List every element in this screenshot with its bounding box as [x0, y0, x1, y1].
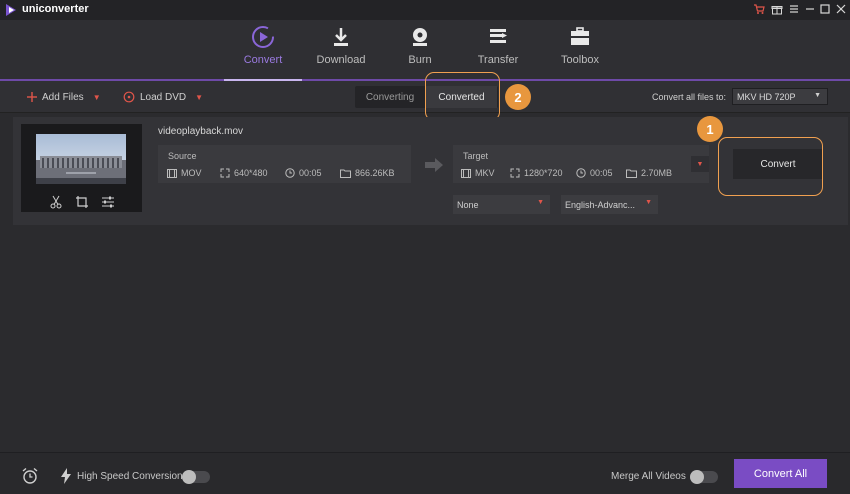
source-duration: 00:05 [285, 168, 322, 178]
convert-arrow-icon [425, 158, 443, 177]
source-duration-value: 00:05 [299, 168, 322, 178]
target-format-dropdown-icon[interactable]: ▼ [691, 156, 709, 172]
main-nav: Convert Download Burn Transfer Toolbox [0, 20, 850, 80]
callout-badge-1: 1 [697, 116, 723, 142]
clock-icon [576, 168, 586, 178]
tab-toolbox-label: Toolbox [561, 54, 599, 66]
target-size-value: 2.70MB [641, 168, 673, 178]
merge-all-videos-label: Merge All Videos [611, 471, 686, 482]
subtitle-select[interactable]: None ▼ [453, 195, 550, 214]
target-format: MKV [461, 168, 495, 178]
folder-icon [340, 169, 351, 178]
transfer-icon [490, 29, 507, 43]
resolution-icon [510, 168, 520, 178]
close-icon[interactable] [834, 2, 848, 16]
high-speed-conversion-label: High Speed Conversion [77, 471, 183, 482]
source-resolution: 640*480 [220, 168, 268, 178]
high-speed-toggle[interactable] [182, 470, 210, 484]
convert-all-files-label: Convert all files to: [652, 92, 727, 102]
target-format-value: MKV [475, 168, 495, 178]
toggle-knob [690, 470, 704, 484]
plus-icon [27, 92, 37, 102]
convert-all-button[interactable]: Convert All [734, 459, 827, 488]
source-size: 866.26KB [340, 168, 395, 178]
play-circle-icon [252, 26, 274, 48]
alarm-clock-icon[interactable] [21, 467, 39, 490]
tab-download[interactable]: Download [302, 20, 380, 80]
clock-icon [285, 168, 295, 178]
chevron-down-icon[interactable]: ▼ [195, 93, 203, 102]
download-icon [334, 28, 348, 46]
menu-icon[interactable] [787, 2, 801, 16]
output-format-value: MKV HD 720P [737, 91, 796, 102]
audio-track-select[interactable]: English-Advanc... ▼ [561, 195, 658, 214]
target-size: 2.70MB [626, 168, 672, 178]
tab-convert[interactable]: Convert [224, 20, 302, 80]
tab-burn[interactable]: Burn [381, 20, 459, 80]
target-resolution: 1280*720 [510, 168, 563, 178]
app-logo-icon [4, 3, 18, 17]
file-name: videoplayback.mov [158, 126, 244, 137]
output-format-select[interactable]: MKV HD 720P ▼ [732, 88, 828, 105]
callout-highlight-convert [718, 137, 823, 196]
film-icon [167, 168, 177, 178]
tab-download-label: Download [316, 54, 366, 66]
source-title: Source [168, 151, 197, 161]
tab-convert-label: Convert [243, 54, 283, 66]
chevron-down-icon: ▼ [645, 199, 652, 206]
callout-badge-2: 2 [505, 84, 531, 110]
tab-transfer[interactable]: Transfer [459, 20, 537, 80]
video-thumbnail[interactable] [36, 134, 126, 184]
tab-toolbox[interactable]: Toolbox [541, 20, 619, 80]
toolbox-icon [571, 27, 589, 45]
target-duration-value: 00:05 [590, 168, 613, 178]
tab-burn-label: Burn [408, 54, 432, 66]
gift-icon[interactable] [770, 2, 784, 16]
folder-icon [626, 169, 637, 178]
chevron-down-icon: ▼ [814, 92, 821, 99]
lightning-icon [60, 468, 72, 489]
title-bar [0, 0, 850, 20]
load-dvd-button[interactable]: Load DVD ▼ [123, 89, 203, 105]
target-duration: 00:05 [576, 168, 613, 178]
scissors-icon[interactable] [49, 195, 63, 209]
add-files-button[interactable]: Add Files ▼ [26, 89, 101, 105]
tab-transfer-label: Transfer [477, 54, 519, 66]
film-icon [461, 168, 471, 178]
maximize-icon[interactable] [818, 2, 832, 16]
callout-highlight-converted [425, 72, 500, 121]
segment-converting[interactable]: Converting [356, 86, 424, 108]
disc-icon [413, 28, 427, 46]
cart-icon[interactable] [752, 2, 766, 16]
chevron-down-icon[interactable]: ▼ [93, 93, 101, 102]
add-files-label: Add Files [42, 91, 84, 103]
effects-sliders-icon[interactable] [101, 195, 115, 209]
source-size-value: 866.26KB [355, 168, 395, 178]
app-title: uniconverter [22, 3, 89, 15]
toggle-knob [182, 470, 196, 484]
minimize-icon[interactable] [803, 2, 817, 16]
source-format: MOV [167, 168, 202, 178]
target-title: Target [463, 151, 489, 161]
audio-track-value: English-Advanc... [565, 199, 636, 210]
source-resolution-value: 640*480 [234, 168, 268, 178]
merge-all-videos-toggle[interactable] [690, 470, 718, 484]
resolution-icon [220, 168, 230, 178]
subtitle-value: None [457, 199, 479, 210]
crop-icon[interactable] [75, 195, 89, 209]
target-resolution-value: 1280*720 [524, 168, 563, 178]
chevron-down-icon: ▼ [537, 199, 544, 206]
dvd-icon [123, 91, 135, 103]
load-dvd-label: Load DVD [140, 91, 187, 103]
source-format-value: MOV [181, 168, 202, 178]
